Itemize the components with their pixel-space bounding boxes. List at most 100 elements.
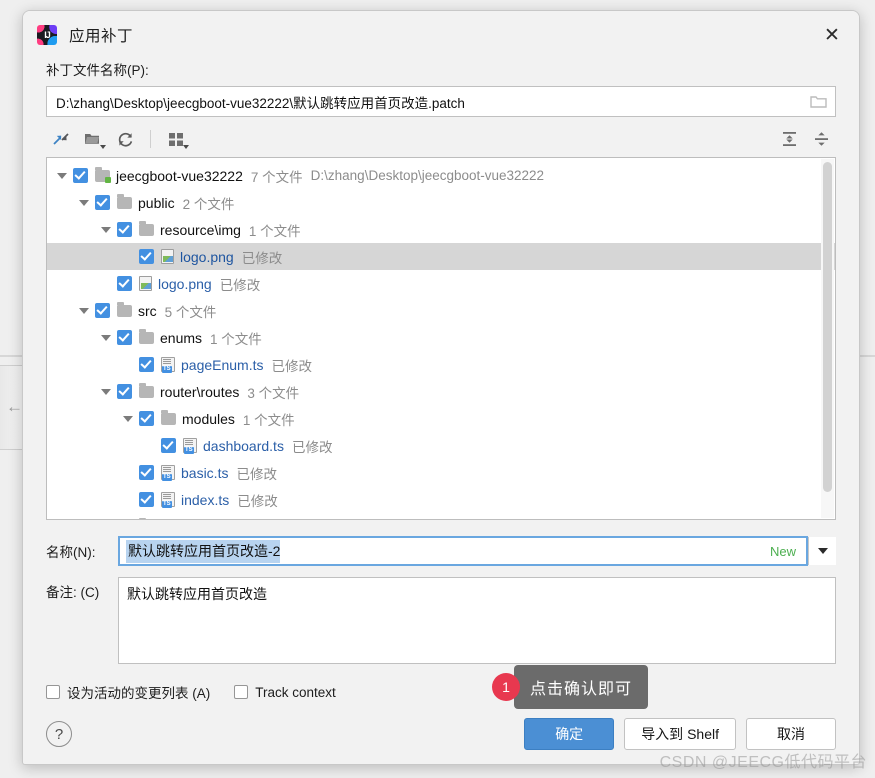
checkbox-box[interactable] [234, 685, 249, 699]
dialog-footer: ? 确定 导入到 Shelf 取消 [23, 703, 859, 765]
tree-row-name: store\modules [160, 519, 248, 520]
name-dropdown-button[interactable] [808, 537, 836, 565]
twisty-placeholder [123, 470, 133, 476]
patch-path-field[interactable]: D:\zhang\Desktop\jeecgboot-vue32222\默认跳转… [46, 86, 836, 117]
tree-row-checkbox[interactable] [117, 384, 132, 399]
cancel-button[interactable]: 取消 [746, 718, 836, 750]
notes-label: 备注: (C) [46, 585, 100, 600]
folder-icon [161, 409, 176, 425]
close-icon[interactable]: ✕ [811, 16, 853, 54]
tree-row-meta: 1 个文件 [248, 223, 301, 239]
twisty-placeholder [123, 497, 133, 503]
patch-file-label: 补丁文件名称(P): [46, 63, 149, 78]
name-input[interactable]: 默认跳转应用首页改造-2 New [118, 536, 808, 566]
annotation-tooltip: 点击确认即可 [505, 665, 649, 709]
tree-row[interactable]: pageEnum.ts 已修改 [47, 351, 835, 378]
tree-row[interactable]: modules 1 个文件 [47, 405, 835, 432]
tree-row[interactable]: enums 1 个文件 [47, 324, 835, 351]
twisty-expanded-icon[interactable] [79, 199, 89, 206]
tree-row-name: modules [182, 410, 235, 427]
folder-icon [117, 193, 132, 209]
group-by-icon[interactable] [161, 125, 191, 153]
tree-row[interactable]: logo.png 已修改 [47, 243, 835, 270]
tree-row[interactable]: jeecgboot-vue32222 7 个文件 D:\zhang\Desktop\… [47, 162, 835, 189]
twisty-expanded-icon[interactable] [79, 307, 89, 314]
tree-row-checkbox[interactable] [95, 195, 110, 210]
refresh-icon[interactable] [110, 125, 140, 153]
tree-row-name: logo.png [180, 248, 234, 265]
tree-row-name: basic.ts [181, 464, 229, 481]
dialog-title: 应用补丁 [69, 28, 134, 45]
import-to-shelf-button[interactable]: 导入到 Shelf [624, 718, 736, 750]
tree-row[interactable]: public 2 个文件 [47, 189, 835, 216]
tree-row-checkbox[interactable] [117, 222, 132, 237]
tree-row-checkbox[interactable] [139, 492, 154, 507]
ok-button[interactable]: 确定 [524, 718, 615, 750]
tree-row-name: pageEnum.ts [181, 356, 264, 373]
tree-row-meta: 3 个文件 [247, 385, 300, 401]
tree-row[interactable]: router\routes 3 个文件 [47, 378, 835, 405]
dialog-body: 补丁文件名称(P): D:\zhang\Desktop\jeecgboot-vu… [23, 59, 859, 703]
chevron-down-icon [100, 145, 106, 149]
tree-row-checkbox[interactable] [117, 330, 132, 345]
option-checkbox-0[interactable]: 设为活动的变更列表 (A) [46, 682, 210, 702]
tree-row[interactable]: dashboard.ts 已修改 [47, 432, 835, 459]
tree-row[interactable]: src 5 个文件 [47, 297, 835, 324]
tree-row-checkbox[interactable] [95, 303, 110, 318]
tree-scrollbar[interactable] [821, 159, 834, 518]
tree-row-name: index.ts [181, 491, 230, 508]
tree-row-checkbox[interactable] [139, 357, 154, 372]
chevron-down-icon [817, 548, 828, 554]
expand-all-icon[interactable] [774, 125, 804, 153]
folder-root-icon [95, 166, 111, 183]
notes-textarea[interactable]: 默认跳转应用首页改造 [118, 577, 836, 664]
tree-row-checkbox[interactable] [73, 168, 88, 183]
tree-row[interactable]: logo.png 已修改 [47, 270, 835, 297]
name-row: 名称(N): 默认跳转应用首页改造-2 New [46, 536, 836, 566]
tree-toolbar [46, 121, 836, 157]
folder-browse-icon[interactable] [801, 87, 835, 116]
twisty-placeholder [145, 443, 155, 449]
twisty-expanded-icon[interactable] [57, 172, 67, 179]
chevron-down-icon [183, 145, 189, 149]
tree-row-name: enums [160, 329, 203, 346]
tree-row-path: D:\zhang\Desktop\jeecgboot-vue32222 [310, 168, 545, 183]
tree-row-checkbox[interactable] [139, 465, 154, 480]
tree-row-meta: 1 个文件 [256, 517, 308, 520]
tree-row[interactable]: basic.ts 已修改 [47, 459, 835, 486]
tree-row-meta: 1 个文件 [242, 412, 295, 428]
option-checkbox-1[interactable]: Track context [234, 685, 336, 700]
tree-row-checkbox[interactable] [139, 411, 154, 426]
twisty-expanded-icon[interactable] [101, 226, 111, 233]
help-icon[interactable]: ? [46, 721, 72, 747]
collapse-selection-icon[interactable] [46, 125, 76, 153]
tree-row-checkbox[interactable] [117, 276, 132, 291]
patch-path-value[interactable]: D:\zhang\Desktop\jeecgboot-vue32222\默认跳转… [47, 92, 801, 112]
tree-row-meta: 已修改 [237, 493, 278, 509]
options-row: 设为活动的变更列表 (A) Track context [46, 681, 836, 703]
tree-row[interactable]: store\modules 1 个文件 [47, 513, 835, 520]
folder-dropdown-icon[interactable] [78, 125, 108, 153]
annotation-callout: 1 点击确认即可 [492, 665, 649, 709]
collapse-all-icon[interactable] [806, 125, 836, 153]
twisty-expanded-icon[interactable] [101, 388, 111, 395]
tree-scrollbar-thumb[interactable] [823, 162, 832, 492]
tree-row-checkbox[interactable] [161, 438, 176, 453]
twisty-expanded-icon[interactable] [101, 334, 111, 341]
tree-row-name: resource\img [160, 221, 241, 238]
ts-file-icon [161, 357, 175, 373]
tree-row-name: public [138, 194, 175, 211]
tree-row-name: router\routes [160, 383, 240, 400]
tree-row[interactable]: resource\img 1 个文件 [47, 216, 835, 243]
ts-file-icon [161, 465, 175, 481]
folder-icon [139, 220, 154, 236]
patch-file-tree[interactable]: jeecgboot-vue32222 7 个文件 D:\zhang\Desktop\… [46, 157, 836, 520]
tree-row-checkbox[interactable] [139, 249, 154, 264]
checkbox-box[interactable] [46, 685, 60, 699]
tree-row[interactable]: index.ts 已修改 [47, 486, 835, 513]
tree-row-name: dashboard.ts [203, 437, 284, 454]
tree-row-checkbox[interactable] [117, 519, 132, 520]
tree-row-meta: 7 个文件 [250, 169, 303, 185]
name-input-value[interactable]: 默认跳转应用首页改造-2 [126, 539, 281, 563]
twisty-expanded-icon[interactable] [123, 415, 133, 422]
